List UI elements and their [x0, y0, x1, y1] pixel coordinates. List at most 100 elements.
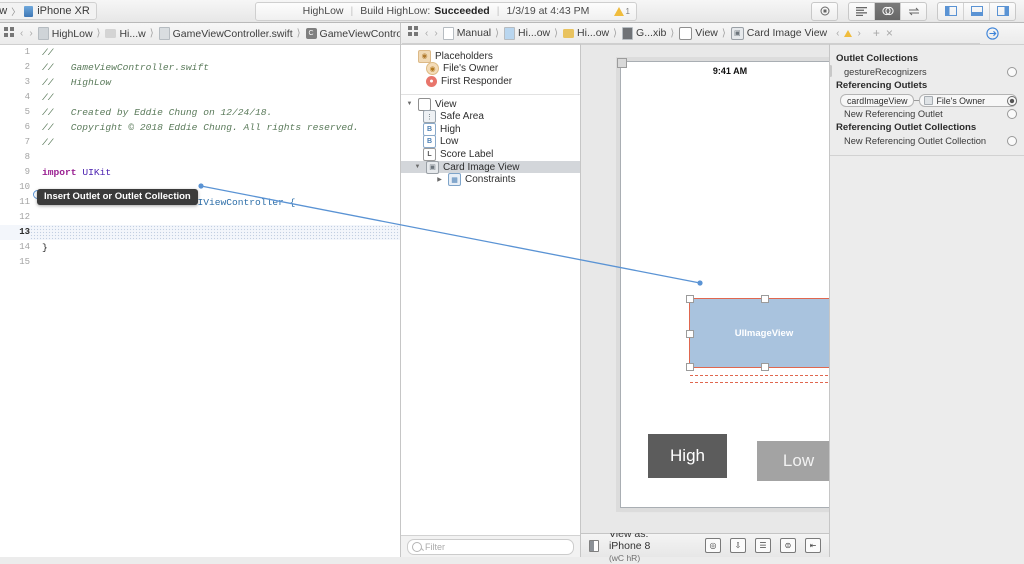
canvas-nav-back-button[interactable]: ‹ — [424, 28, 429, 39]
scheme-device-label: iPhone XR — [37, 5, 90, 17]
canvas-issue-prev-button[interactable]: ‹ — [835, 28, 840, 39]
breadcrumb-canvas-project[interactable]: Hi...ow ⟩ — [504, 26, 559, 40]
disclosure-triangle-icon[interactable]: ▼ — [413, 164, 422, 170]
canvas-issue-next-button[interactable]: › — [856, 28, 861, 39]
breadcrumb-group[interactable]: Hi...w ⟩ — [105, 28, 154, 40]
add-new-constraints-button[interactable]: ⊜ — [780, 538, 796, 553]
outline-item-label: Safe Area — [440, 111, 484, 123]
outline-item-label: File's Owner — [443, 63, 499, 75]
outlet-target-pill[interactable]: File's Owner — [919, 94, 1017, 107]
toggle-debug-area-button[interactable] — [964, 2, 990, 20]
document-outline-list[interactable]: ◉ Placeholders ◉ File's Owner ● First Re… — [401, 45, 580, 535]
inspector-divider — [830, 155, 1024, 156]
scheme-selector[interactable]: Low 〉 iPhone XR — [0, 2, 97, 20]
warning-triangle-icon[interactable] — [844, 29, 853, 37]
toggle-navigator-button[interactable] — [938, 2, 964, 20]
canvas-sep-2: ⟩ — [554, 27, 559, 39]
view-as-icon[interactable] — [589, 539, 599, 552]
breadcrumb-view[interactable]: View ⟩ — [679, 26, 726, 40]
outlet-name-pill[interactable]: cardImageView — [840, 94, 915, 107]
connection-row-gesture-recognizers[interactable]: gestureRecognizers — [830, 66, 1024, 78]
resize-handle-top-left[interactable] — [686, 295, 694, 303]
connection-well[interactable] — [1007, 136, 1017, 146]
connection-row-card-image-view[interactable]: cardImageView File's Owner — [830, 93, 1024, 108]
breadcrumb-xib-file[interactable]: G...xib ⟩ — [622, 26, 675, 40]
canvas-crumb-label: Hi...ow — [577, 27, 610, 39]
breadcrumb-project[interactable]: HighLow ⟩ — [37, 27, 102, 40]
resize-handle-middle-left[interactable] — [686, 330, 694, 338]
canvas-jump-bar: ‹ › Manual ⟩ Hi...ow ⟩ Hi...ow ⟩ G...xib… — [402, 23, 980, 44]
toggle-inspector-button[interactable] — [990, 3, 1015, 20]
related-items-icon[interactable] — [406, 26, 420, 40]
breadcrumb-layout-mode[interactable]: Manual ⟩ — [442, 26, 500, 40]
high-button-label: High — [670, 446, 705, 465]
breadcrumb-canvas-group[interactable]: Hi...ow ⟩ — [563, 27, 618, 39]
high-button[interactable]: High — [648, 434, 727, 478]
status-divider-2: | — [496, 5, 500, 17]
outline-item-files-owner[interactable]: ◉ File's Owner — [401, 62, 580, 76]
related-items-icon[interactable] — [4, 26, 15, 41]
add-assistant-editor-button[interactable]: + — [872, 26, 881, 40]
connection-well-connected[interactable] — [1007, 95, 1017, 106]
breadcrumb-file[interactable]: GameViewController.swift ⟩ — [158, 27, 302, 40]
group-header-outlet-collections: Outlet Collections — [836, 53, 919, 64]
line-number: 7 — [24, 137, 30, 147]
breadcrumb-symbol[interactable]: C GameViewController — [305, 28, 400, 40]
warning-indicator[interactable]: 1 — [613, 6, 630, 16]
connection-row-new-referencing-outlet-collection[interactable]: New Referencing Outlet Collection — [830, 135, 1024, 147]
resize-handle-top-center[interactable] — [761, 295, 769, 303]
code-line: 14} — [0, 240, 400, 255]
connections-inspector-tab[interactable] — [985, 27, 999, 40]
resize-handle-bottom-left[interactable] — [686, 363, 694, 371]
line-number: 12 — [19, 212, 30, 222]
assistant-editor-button[interactable] — [875, 2, 901, 20]
library-button[interactable] — [812, 3, 837, 20]
line-text: } — [42, 242, 48, 253]
embed-in-button[interactable]: ⇩ — [730, 538, 746, 553]
breadcrumb-project-label: HighLow — [51, 27, 93, 40]
outline-item-safe-area[interactable]: ⋮ Safe Area — [401, 110, 580, 124]
filter-input[interactable]: Filter — [407, 538, 574, 555]
outline-item-constraints[interactable]: ▶ ▦ Constraints — [401, 173, 580, 187]
connection-well[interactable] — [1007, 67, 1017, 77]
code-line: 12 — [0, 210, 400, 225]
outline-item-high[interactable]: B High — [401, 122, 580, 136]
outline-item-label: Card Image View — [443, 161, 520, 173]
standard-editor-button[interactable] — [849, 2, 875, 20]
nav-back-button[interactable]: ‹ — [19, 28, 24, 39]
constraint-bottom — [690, 375, 829, 376]
outline-item-view[interactable]: ▼ View — [401, 97, 580, 111]
card-image-view[interactable]: UIImageView — [686, 295, 829, 383]
resize-handle-bottom-center[interactable] — [761, 363, 769, 371]
version-editor-button[interactable] — [901, 3, 926, 20]
low-button[interactable]: Low — [757, 441, 829, 481]
code-line: 8 — [0, 150, 400, 165]
canvas-nav-forward-button[interactable]: › — [433, 28, 438, 39]
align-button[interactable]: ☰ — [755, 538, 771, 553]
connection-well[interactable] — [1007, 109, 1017, 119]
layout-mode-label: Manual — [456, 27, 492, 39]
outline-item-label: Placeholders — [435, 50, 493, 62]
label-icon: L — [423, 147, 436, 161]
breadcrumb-card-image-view[interactable]: ▣ Card Image View — [730, 26, 827, 40]
update-frames-button[interactable]: ◎ — [705, 538, 721, 553]
disclosure-triangle-icon[interactable]: ▶ — [435, 176, 444, 183]
outline-item-placeholders[interactable]: ◉ Placeholders — [401, 49, 580, 63]
close-assistant-editor-button[interactable]: × — [885, 26, 894, 40]
nav-forward-button[interactable]: › — [28, 28, 33, 39]
outline-item-card-image-view[interactable]: ▼ ▣ Card Image View — [401, 160, 580, 174]
connection-row-new-referencing-outlet[interactable]: New Referencing Outlet — [830, 108, 1024, 120]
canvas-viewport[interactable]: 9:41 AM UIImageView High Low — [581, 45, 829, 533]
outline-item-label: First Responder — [441, 75, 513, 87]
resolve-auto-layout-button[interactable]: ⇤ — [805, 538, 821, 553]
line-number: 15 — [19, 257, 30, 267]
device-resize-handle[interactable] — [617, 58, 627, 68]
trait-width: wC — [611, 552, 625, 563]
outline-item-score-label[interactable]: L Score Label — [401, 147, 580, 161]
outline-item-low[interactable]: B Low — [401, 135, 580, 149]
outline-item-first-responder[interactable]: ● First Responder — [401, 75, 580, 88]
disclosure-triangle-icon[interactable]: ▼ — [405, 101, 414, 107]
device-preview[interactable]: 9:41 AM UIImageView High Low — [617, 58, 829, 508]
code-editor[interactable]: 1 // 2 // GameViewController.swift 3 // Hig… — [0, 45, 400, 557]
button-icon: B — [423, 122, 436, 136]
